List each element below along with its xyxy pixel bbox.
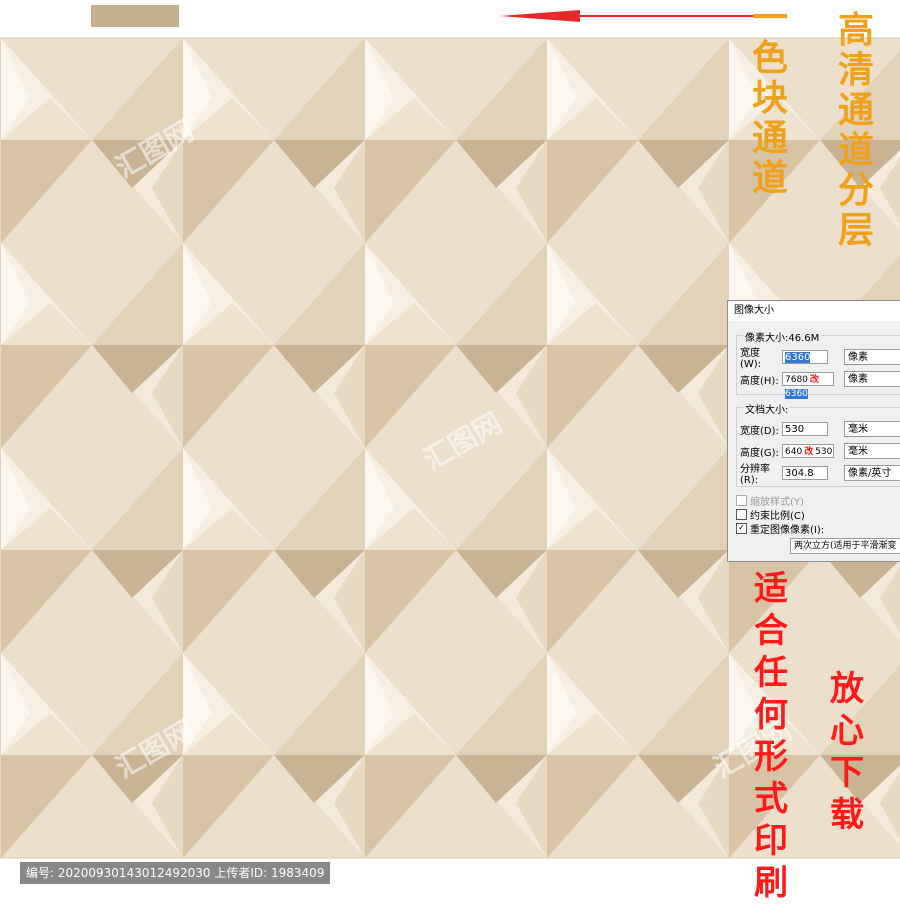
resolution-unit-select[interactable]: 像素/英寸 (844, 465, 900, 481)
pixel-width-unit-select[interactable]: 像素 (844, 349, 900, 365)
red-arrow-icon (500, 10, 760, 22)
checkmark-icon: ✓ (736, 522, 747, 534)
color-channel-caption: 一 色 块 通 道 (752, 0, 789, 199)
hd-channel-caption: 高 清 通 道 分 层 (838, 9, 875, 251)
checkbox-icon (736, 508, 747, 520)
dialog-title: 图像大小 (728, 301, 900, 321)
image-id-footer: 编号: 20200930143012492030 上传者ID: 1983409 (20, 862, 331, 884)
doc-height-input[interactable]: 640 改 530 (782, 444, 834, 458)
resolution-row: 分辨率(R): 304.8 (740, 464, 828, 486)
print-caption: 适 合 任 何 形 式 印 刷 (754, 569, 788, 903)
constrain-proportions-checkbox[interactable]: 约束比例(C) (736, 507, 805, 522)
resolution-label: 分辨率(R): (740, 464, 770, 486)
pixel-width-label: 宽度(W): (740, 348, 762, 370)
doc-width-unit-select[interactable]: 毫米 (844, 421, 900, 437)
color-swatch (91, 5, 179, 27)
doc-height-label: 高度(G): (740, 447, 779, 459)
doc-height-unit-select[interactable]: 毫米 (844, 443, 900, 459)
pixel-width-input[interactable]: 6360 (782, 350, 828, 364)
pixel-width-row: 宽度(W): 6360 (740, 348, 828, 370)
pixel-height-row: 高度(H): 7680 改6360 (740, 371, 834, 399)
pixel-height-label: 高度(H): (740, 375, 779, 387)
doc-height-row: 高度(G): 640 改 530 (740, 443, 834, 459)
pixel-height-input[interactable]: 7680 改6360 (782, 372, 834, 399)
doc-width-input[interactable]: 530 (782, 422, 828, 436)
image-size-dialog: 图像大小 像素大小:46.6M 宽度(W): 6360 像素 高度(H): 76… (727, 300, 900, 562)
resample-image-checkbox[interactable]: ✓ 重定图像像素(I): (736, 521, 824, 536)
resolution-input[interactable]: 304.8 (782, 466, 828, 480)
checkbox-icon (736, 494, 747, 506)
doc-width-label: 宽度(D): (740, 425, 779, 437)
scale-styles-checkbox[interactable]: 缩放样式(Y) (736, 493, 804, 508)
pixel-height-unit-select[interactable]: 像素 (844, 371, 900, 387)
doc-width-row: 宽度(D): 530 (740, 421, 828, 437)
resample-method-select[interactable]: 两次立方(适用于平滑渐变 (790, 538, 900, 554)
download-caption: 放 心 下 载 (830, 669, 864, 835)
